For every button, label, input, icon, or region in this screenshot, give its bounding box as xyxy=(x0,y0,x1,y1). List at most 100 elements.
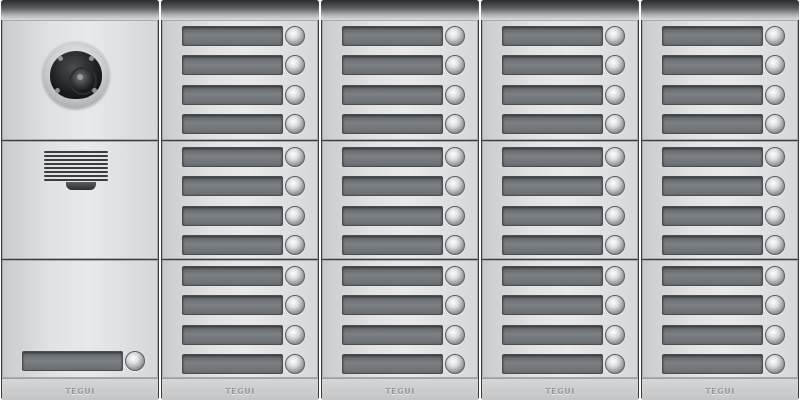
call-button[interactable] xyxy=(765,114,785,134)
call-row xyxy=(662,353,785,375)
call-button[interactable] xyxy=(605,325,625,345)
call-button[interactable] xyxy=(445,206,465,226)
call-button[interactable] xyxy=(765,26,785,46)
name-plate xyxy=(662,206,763,226)
call-button[interactable] xyxy=(765,85,785,105)
call-button[interactable] xyxy=(605,114,625,134)
call-button[interactable] xyxy=(125,351,145,371)
call-button[interactable] xyxy=(445,114,465,134)
button-module xyxy=(322,20,478,140)
call-button[interactable] xyxy=(285,354,305,374)
camera-module xyxy=(2,20,158,140)
call-row xyxy=(502,294,625,316)
call-row xyxy=(182,324,305,346)
call-button[interactable] xyxy=(445,176,465,196)
call-button[interactable] xyxy=(765,354,785,374)
call-button[interactable] xyxy=(285,325,305,345)
call-row xyxy=(342,84,465,106)
call-button[interactable] xyxy=(445,295,465,315)
panel-column-buttons-1: TEGUI xyxy=(161,0,319,400)
call-button[interactable] xyxy=(285,235,305,255)
button-module xyxy=(642,141,798,259)
call-button[interactable] xyxy=(765,295,785,315)
microphone-icon xyxy=(66,182,96,190)
name-plate xyxy=(662,295,763,315)
name-plate xyxy=(182,325,283,345)
call-button[interactable] xyxy=(445,235,465,255)
call-button[interactable] xyxy=(445,85,465,105)
name-plate xyxy=(662,55,763,75)
name-plate xyxy=(502,26,603,46)
button-module xyxy=(162,260,318,378)
name-plate xyxy=(342,266,443,286)
brand-logo: TEGUI xyxy=(65,387,95,396)
call-row xyxy=(662,324,785,346)
call-row xyxy=(502,175,625,197)
call-row xyxy=(182,175,305,197)
call-button[interactable] xyxy=(445,354,465,374)
call-button[interactable] xyxy=(445,266,465,286)
call-button[interactable] xyxy=(605,235,625,255)
call-button[interactable] xyxy=(285,176,305,196)
name-plate xyxy=(662,26,763,46)
call-button[interactable] xyxy=(445,26,465,46)
name-plate xyxy=(502,206,603,226)
button-module xyxy=(482,260,638,378)
name-plate xyxy=(502,295,603,315)
call-button[interactable] xyxy=(285,55,305,75)
ir-led-icon xyxy=(89,56,94,61)
call-button[interactable] xyxy=(285,206,305,226)
call-button[interactable] xyxy=(765,147,785,167)
name-plate xyxy=(662,176,763,196)
call-button[interactable] xyxy=(445,325,465,345)
call-button[interactable] xyxy=(605,206,625,226)
call-button[interactable] xyxy=(605,26,625,46)
call-button[interactable] xyxy=(765,235,785,255)
name-plate xyxy=(182,55,283,75)
call-button[interactable] xyxy=(605,266,625,286)
top-strip xyxy=(321,0,479,20)
call-row xyxy=(182,353,305,375)
call-row xyxy=(342,234,465,256)
name-plate xyxy=(182,266,283,286)
name-plate xyxy=(662,114,763,134)
call-button[interactable] xyxy=(605,85,625,105)
call-button[interactable] xyxy=(285,85,305,105)
call-button[interactable] xyxy=(605,354,625,374)
call-button[interactable] xyxy=(765,55,785,75)
brand-logo: TEGUI xyxy=(545,387,575,396)
brand-footer: TEGUI xyxy=(162,378,318,400)
panel-column-buttons-3: TEGUI xyxy=(481,0,639,400)
ir-led-icon xyxy=(58,56,63,61)
name-plate xyxy=(662,85,763,105)
call-button[interactable] xyxy=(765,176,785,196)
call-button[interactable] xyxy=(605,147,625,167)
name-plate xyxy=(342,206,443,226)
call-button[interactable] xyxy=(285,114,305,134)
call-row xyxy=(662,234,785,256)
call-button[interactable] xyxy=(765,266,785,286)
call-row xyxy=(342,175,465,197)
panel-column-main: TEGUI xyxy=(1,0,159,400)
call-button[interactable] xyxy=(605,295,625,315)
name-plate xyxy=(342,26,443,46)
name-plate xyxy=(662,354,763,374)
name-plate xyxy=(502,235,603,255)
call-row xyxy=(182,54,305,76)
call-button[interactable] xyxy=(445,55,465,75)
call-button[interactable] xyxy=(765,206,785,226)
call-button[interactable] xyxy=(285,26,305,46)
call-button[interactable] xyxy=(765,325,785,345)
call-button[interactable] xyxy=(285,147,305,167)
call-button[interactable] xyxy=(445,147,465,167)
panel-column-buttons-2: TEGUI xyxy=(321,0,479,400)
call-button[interactable] xyxy=(285,266,305,286)
call-row xyxy=(342,353,465,375)
name-plate xyxy=(662,325,763,345)
single-button-module xyxy=(2,260,158,378)
call-button[interactable] xyxy=(605,55,625,75)
call-row xyxy=(502,265,625,287)
call-button[interactable] xyxy=(285,295,305,315)
call-button[interactable] xyxy=(605,176,625,196)
call-row xyxy=(342,265,465,287)
